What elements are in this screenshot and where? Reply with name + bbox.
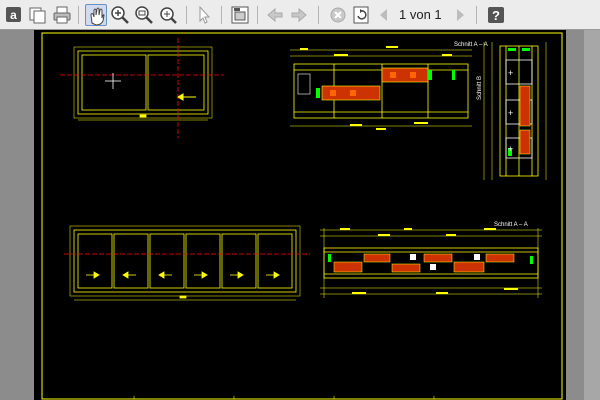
window-elevation-top (73, 46, 213, 121)
section-b-vertical: + + + Schnitt B (477, 42, 547, 180)
help-icon: ? (488, 7, 504, 23)
drawing-viewport[interactable]: Schnitt A – A + + + Schnitt B Schnitt A … (0, 30, 600, 400)
vertical-scrollbar[interactable] (584, 30, 600, 400)
nav-forward-button[interactable] (288, 4, 310, 26)
arrow-left-icon (267, 7, 283, 23)
help-button[interactable]: ? (485, 4, 507, 26)
copy-icon (29, 7, 46, 24)
section-a-a-bottom: Schnitt A – A (320, 222, 542, 298)
copy-button[interactable] (27, 4, 49, 26)
arrow-right-icon (291, 7, 307, 23)
toolbar-separator (476, 6, 477, 24)
triangle-right-icon (457, 9, 464, 21)
toolbar-separator (221, 6, 222, 24)
help-label: ? (492, 8, 500, 23)
print-button[interactable] (51, 4, 73, 26)
toolbar-separator (257, 6, 258, 24)
slide-arrow-top (177, 93, 196, 101)
select-pointer-button[interactable] (193, 4, 215, 26)
toolbar: a 1 von 1 ? (0, 0, 600, 30)
nav-back-button[interactable] (264, 4, 286, 26)
stop-icon (330, 7, 346, 23)
window-elevation-bottom (69, 225, 301, 301)
triangle-left-icon (380, 9, 387, 21)
refresh-icon (353, 6, 369, 24)
drawing-sheet[interactable]: Schnitt A – A + + + Schnitt B Schnitt A … (34, 30, 566, 400)
page-indicator: 1 von 1 (399, 7, 442, 22)
toolbar-separator (318, 6, 319, 24)
zoom-button[interactable] (133, 4, 155, 26)
crosshair-cursor (105, 73, 121, 89)
hand-icon (90, 7, 105, 26)
zoom-icon (135, 6, 153, 24)
stop-button[interactable] (327, 4, 349, 26)
pan-hand-button[interactable] (85, 4, 107, 26)
pointer-icon (199, 5, 211, 24)
text-tool-label: a (10, 8, 17, 22)
slide-arrows-bottom (86, 271, 280, 279)
refresh-button[interactable] (350, 4, 372, 26)
prev-page-button[interactable] (376, 4, 392, 26)
layout-button[interactable] (229, 4, 251, 26)
svg-text:+: + (508, 144, 513, 154)
left-margin (0, 30, 34, 400)
svg-text:+: + (508, 108, 513, 118)
axis-lines-top (60, 38, 224, 138)
section-a-a-top: Schnitt A – A (290, 42, 488, 130)
next-page-button[interactable] (452, 4, 468, 26)
zoom-in-icon (111, 6, 129, 24)
text-tool-button[interactable]: a (3, 4, 25, 26)
layout-icon (231, 6, 249, 24)
cad-drawing: Schnitt A – A + + + Schnitt B Schnitt A … (41, 32, 563, 400)
section-label-top: Schnitt A – A (454, 42, 488, 48)
section-label-side: Schnitt B (477, 76, 483, 100)
zoom-fit-button[interactable] (157, 4, 179, 26)
zoom-fit-icon (160, 7, 177, 24)
zoom-in-button[interactable] (109, 4, 131, 26)
section-label-bottom: Schnitt A – A (494, 222, 528, 228)
toolbar-separator (186, 6, 187, 24)
toolbar-separator (78, 6, 79, 24)
print-icon (53, 6, 71, 24)
svg-text:+: + (508, 68, 513, 78)
